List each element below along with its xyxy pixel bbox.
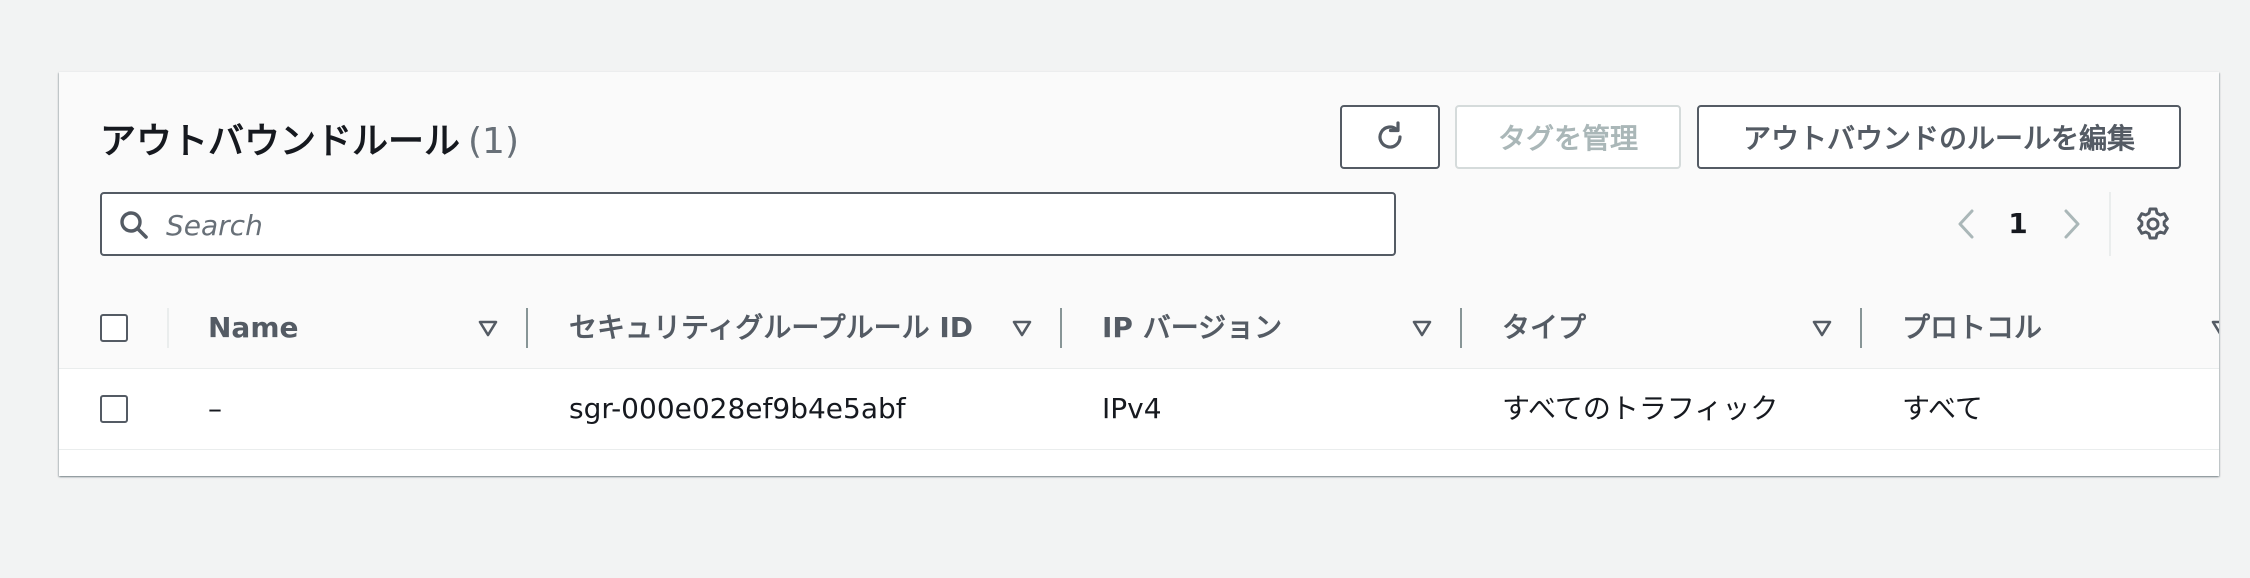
- sort-icon[interactable]: [1810, 316, 1834, 340]
- column-header-ip-version[interactable]: IP バージョン: [1102, 288, 1282, 368]
- column-divider[interactable]: [526, 308, 528, 348]
- column-header-type[interactable]: タイプ: [1502, 288, 1586, 368]
- column-divider[interactable]: [1460, 308, 1462, 348]
- outbound-rules-panel: アウトバウンドルール(1) タグを管理 アウトバウンドのルールを編集 1: [59, 72, 2219, 476]
- column-divider[interactable]: [1860, 308, 1862, 348]
- column-header-rule-id[interactable]: セキュリティグループルール ID: [569, 288, 973, 368]
- cell-name: –: [208, 392, 222, 425]
- refresh-button[interactable]: [1340, 105, 1440, 169]
- chevron-right-icon[interactable]: [2053, 206, 2089, 242]
- cell-protocol: すべて: [1902, 392, 1983, 425]
- edit-outbound-rules-button[interactable]: アウトバウンドのルールを編集: [1697, 105, 2181, 169]
- cell-rule-id: sgr-000e028ef9b4e5abf: [569, 392, 906, 425]
- rule-count: (1): [468, 121, 520, 162]
- sort-icon[interactable]: [1410, 316, 1434, 340]
- sort-icon[interactable]: [476, 316, 500, 340]
- search-input[interactable]: [164, 202, 1368, 248]
- cell-ip-version: IPv4: [1102, 392, 1162, 425]
- current-page-number[interactable]: 1: [2003, 206, 2033, 242]
- gear-icon[interactable]: [2135, 206, 2171, 242]
- manage-tags-button[interactable]: タグを管理: [1455, 105, 1681, 169]
- column-divider[interactable]: [1060, 308, 1062, 348]
- column-header-name[interactable]: Name: [208, 288, 299, 368]
- chevron-left-icon[interactable]: [1949, 206, 1985, 242]
- sort-icon[interactable]: [2209, 316, 2219, 340]
- table-header-row: Name セキュリティグループルール ID IP バージョン タイプ プロトコル: [59, 288, 2219, 369]
- column-header-protocol[interactable]: プロトコル: [1902, 288, 2042, 368]
- sort-icon[interactable]: [1010, 316, 1034, 340]
- table-row[interactable]: – sgr-000e028ef9b4e5abf IPv4 すべてのトラフィック …: [59, 369, 2219, 450]
- cell-type: すべてのトラフィック: [1502, 392, 1779, 425]
- refresh-icon: [1378, 121, 1402, 149]
- panel-title: アウトバウンドルール (1): [100, 112, 519, 164]
- search-icon: [120, 211, 148, 239]
- panel-header: アウトバウンドルール(1) タグを管理 アウトバウンドのルールを編集 1: [59, 72, 2219, 289]
- search-box[interactable]: [100, 192, 1396, 256]
- row-checkbox[interactable]: [100, 395, 128, 423]
- pagination-divider: [2109, 192, 2111, 256]
- column-divider: [167, 308, 169, 348]
- panel-title-text: アウトバウンドルール: [100, 121, 461, 162]
- select-all-checkbox[interactable]: [100, 314, 128, 342]
